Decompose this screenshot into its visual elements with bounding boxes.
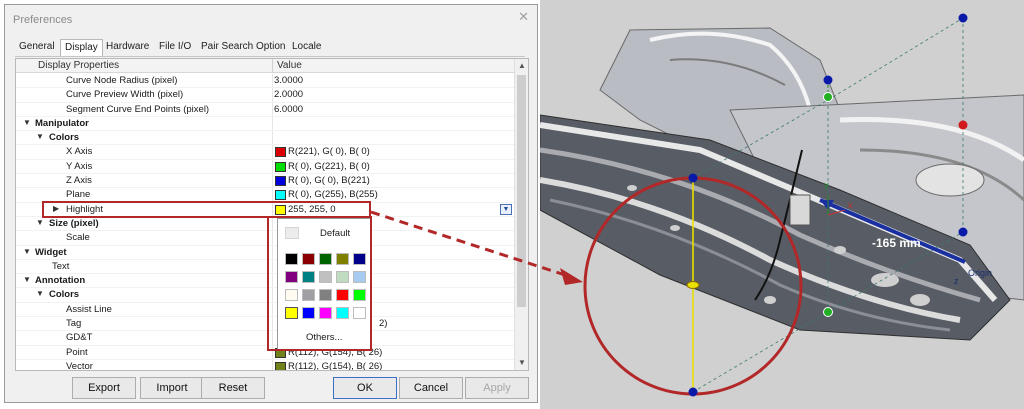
category-row[interactable]: ▼ Manipulator [16, 117, 514, 132]
collapse-triangle-icon[interactable]: ▼ [36, 289, 44, 298]
property-value[interactable]: 2.0000 [274, 89, 303, 100]
property-label: Curve Node Radius (pixel) [66, 75, 178, 86]
car-frame-model [540, 0, 1024, 409]
property-row[interactable]: GD&T [16, 331, 514, 346]
property-label: Assist Line [66, 303, 112, 315]
dialog-title: Preferences [13, 14, 73, 26]
category-row[interactable]: ▼ Size (pixel) [16, 217, 514, 232]
import-button[interactable]: Import [140, 377, 204, 399]
property-label: Y Axis [66, 160, 93, 172]
collapse-triangle-icon[interactable]: ▼ [23, 118, 31, 127]
3d-viewport[interactable] [540, 0, 1024, 409]
property-row[interactable]: Vector R(112), G(154), B( 26) [16, 360, 514, 371]
reset-button[interactable]: Reset [201, 377, 265, 399]
vertical-scrollbar[interactable]: ▲ ▼ [514, 59, 528, 370]
dimension-label: -165 mm [872, 236, 921, 250]
property-rows: Curve Node Radius (pixel) 3.0000 Curve Pr… [16, 74, 514, 371]
category-row[interactable]: ▼ Annotation [16, 274, 514, 289]
color-swatch [275, 161, 286, 172]
category-row[interactable]: ▼ Widget [16, 246, 514, 260]
scroll-up-icon[interactable]: ▲ [515, 59, 528, 73]
property-value[interactable]: R(112), G(154), B( 26) [288, 361, 382, 370]
z-axis-label: z [954, 276, 959, 286]
column-header-property: Display Properties [38, 60, 120, 71]
property-value[interactable]: 3.0000 [274, 75, 303, 86]
color-swatch [275, 176, 286, 187]
property-row[interactable]: Curve Preview Width (pixel) 2.0000 [16, 88, 514, 103]
collapse-triangle-icon[interactable]: ▼ [36, 218, 44, 227]
category-label: Annotation [35, 275, 86, 287]
property-row[interactable]: Text [16, 260, 514, 275]
property-row[interactable]: Curve Node Radius (pixel) 3.0000 [16, 74, 514, 89]
close-icon[interactable]: ✕ [518, 9, 529, 25]
color-swatch [275, 190, 286, 201]
property-value[interactable]: R( 0), G(221), B( 0) [288, 161, 370, 172]
ok-button[interactable]: OK [333, 377, 397, 399]
collapse-triangle-icon[interactable]: ▼ [23, 247, 31, 256]
collapse-triangle-icon[interactable]: ▼ [23, 275, 31, 284]
grid-header: Display Properties Value [16, 59, 514, 73]
chevron-down-icon[interactable]: ▼ [500, 203, 512, 215]
property-row[interactable]: Tag 2) [16, 317, 514, 332]
column-divider [272, 59, 273, 73]
property-label: Point [66, 346, 88, 358]
property-label: Tag [66, 318, 82, 330]
property-value[interactable]: 2) [379, 318, 387, 329]
property-label: Segment Curve End Points (pixel) [66, 103, 210, 115]
export-button[interactable]: Export [72, 377, 136, 399]
property-value[interactable]: 6.0000 [274, 104, 303, 115]
tab-general[interactable]: General [19, 41, 55, 52]
tab-bar: General Display Hardware File I/O Pair S… [15, 39, 525, 57]
property-row[interactable]: Segment Curve End Points (pixel) 6.0000 [16, 103, 514, 117]
scroll-down-icon[interactable]: ▼ [515, 356, 528, 370]
y-axis-label: y [824, 180, 829, 190]
color-popup-callout [267, 216, 372, 351]
collapse-triangle-icon[interactable]: ▼ [36, 132, 44, 141]
property-label: Curve Preview Width (pixel) [66, 89, 184, 101]
tab-locale[interactable]: Locale [292, 41, 321, 52]
property-row[interactable]: Point R(112), G(154), B( 26) [16, 346, 514, 360]
x-axis-label: x [848, 200, 853, 210]
category-label: Manipulator [35, 117, 89, 129]
cancel-button[interactable]: Cancel [399, 377, 463, 399]
property-label: X Axis [66, 146, 93, 158]
category-row[interactable]: ▼ Colors [16, 131, 514, 146]
origin-label: Origin [968, 268, 993, 278]
property-row[interactable]: Scale [16, 231, 514, 246]
category-label: Size (pixel) [49, 217, 99, 229]
category-label: Colors [49, 132, 80, 144]
scrollbar-thumb[interactable] [517, 75, 526, 307]
tab-pair-search-option[interactable]: Pair Search Option [201, 41, 286, 52]
property-value[interactable]: R( 0), G( 0), B(221) [288, 175, 370, 186]
tab-hardware[interactable]: Hardware [106, 41, 149, 52]
apply-button[interactable]: Apply [465, 377, 529, 399]
property-label: Z Axis [66, 175, 92, 187]
color-swatch [275, 147, 286, 158]
column-header-value: Value [277, 60, 302, 71]
property-value[interactable]: R( 0), G(255), B(255) [288, 189, 378, 200]
category-label: Colors [49, 289, 80, 301]
property-value[interactable]: R(221), G( 0), B( 0) [288, 146, 370, 157]
property-row[interactable]: Assist Line [16, 303, 514, 318]
property-row[interactable]: X Axis R(221), G( 0), B( 0) [16, 145, 514, 160]
category-label: Widget [35, 246, 67, 258]
category-row[interactable]: ▼ Colors [16, 288, 514, 303]
property-label: Plane [66, 189, 91, 201]
tab-file-io[interactable]: File I/O [159, 41, 191, 52]
property-row[interactable]: Y Axis R( 0), G(221), B( 0) [16, 160, 514, 175]
property-label: Vector [66, 360, 93, 371]
color-swatch [275, 361, 286, 370]
property-label: Text [52, 260, 70, 272]
tab-display[interactable]: Display [60, 39, 103, 56]
property-label: Scale [66, 232, 90, 244]
property-row[interactable]: Z Axis R( 0), G( 0), B(221) [16, 174, 514, 189]
property-label: GD&T [66, 332, 93, 344]
